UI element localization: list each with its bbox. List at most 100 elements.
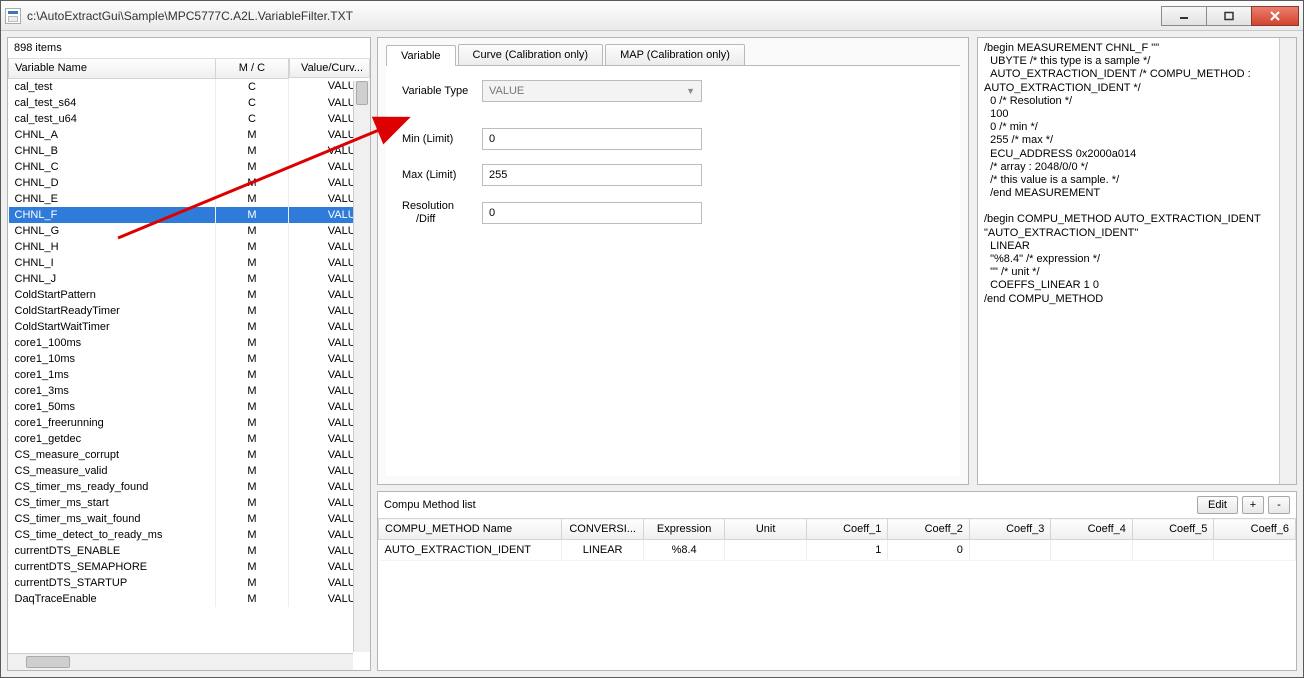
cm-col-c6[interactable]: Coeff_6 <box>1214 519 1296 540</box>
a2l-vertical-scrollbar[interactable] <box>1279 38 1296 484</box>
table-row[interactable]: ColdStartWaitTimerMVALUE <box>9 319 371 335</box>
maximize-icon <box>1223 11 1235 21</box>
table-row[interactable]: CHNL_BMVALUE <box>9 143 371 159</box>
compu-grid-wrap[interactable]: COMPU_METHOD Name CONVERSI... Expression… <box>378 518 1296 670</box>
cell-name: CHNL_F <box>9 207 216 223</box>
table-row[interactable]: CHNL_IMVALUE <box>9 255 371 271</box>
compu-method-panel: Compu Method list Edit + - <box>377 491 1297 671</box>
table-row[interactable]: CS_timer_ms_startMVALUE <box>9 495 371 511</box>
cell-mc: M <box>215 399 288 415</box>
table-row[interactable]: currentDTS_STARTUPMVALUE <box>9 575 371 591</box>
col-mc[interactable]: M / C <box>215 59 288 78</box>
a2l-text-panel: /begin MEASUREMENT CHNL_F "" UBYTE /* th… <box>977 37 1297 485</box>
table-row[interactable]: CHNL_JMVALUE <box>9 271 371 287</box>
cm-col-conv[interactable]: CONVERSI... <box>562 519 644 540</box>
chevron-down-icon: ▼ <box>686 86 695 96</box>
tab-map[interactable]: MAP (Calibration only) <box>605 44 745 65</box>
table-row[interactable]: CHNL_AMVALUE <box>9 127 371 143</box>
table-row[interactable]: AUTO_EXTRACTION_IDENTLINEAR%8.410 <box>379 540 1296 561</box>
compu-method-title: Compu Method list <box>384 499 476 511</box>
item-count: 898 items <box>8 38 370 59</box>
table-row[interactable]: currentDTS_ENABLEMVALUE <box>9 543 371 559</box>
variable-vertical-scrollbar[interactable] <box>353 81 370 652</box>
cell-mc: M <box>215 479 288 495</box>
maximize-button[interactable] <box>1206 6 1252 26</box>
cm-col-c2[interactable]: Coeff_2 <box>888 519 970 540</box>
cell-mc: M <box>215 511 288 527</box>
resolution-label: Resolution /Diff <box>402 200 482 226</box>
title-bar: c:\AutoExtractGui\Sample\MPC5777C.A2L.Va… <box>1 1 1303 31</box>
table-row[interactable]: cal_test_u64CVALUE <box>9 111 371 127</box>
table-row[interactable]: CHNL_EMVALUE <box>9 191 371 207</box>
cm-col-name[interactable]: COMPU_METHOD Name <box>379 519 562 540</box>
table-row[interactable]: CS_timer_ms_wait_foundMVALUE <box>9 511 371 527</box>
variable-grid-scroll[interactable]: Variable Name M / C Value/Curv... cal_te… <box>8 59 370 670</box>
variable-type-combo[interactable]: VALUE ▼ <box>482 80 702 102</box>
cm-c5 <box>1132 540 1214 561</box>
minimize-button[interactable] <box>1161 6 1207 26</box>
app-window: c:\AutoExtractGui\Sample\MPC5777C.A2L.Va… <box>0 0 1304 678</box>
resolution-input[interactable] <box>482 202 702 224</box>
cm-col-expr[interactable]: Expression <box>643 519 725 540</box>
min-limit-input[interactable] <box>482 128 702 150</box>
table-row[interactable]: core1_50msMVALUE <box>9 399 371 415</box>
table-row[interactable]: CHNL_FMVALUE <box>9 207 371 223</box>
table-row[interactable]: CHNL_CMVALUE <box>9 159 371 175</box>
cell-mc: M <box>215 415 288 431</box>
table-row[interactable]: core1_getdecMVALUE <box>9 431 371 447</box>
cell-name: cal_test_u64 <box>9 111 216 127</box>
cell-mc: M <box>215 575 288 591</box>
window-buttons <box>1162 6 1299 26</box>
cm-col-c4[interactable]: Coeff_4 <box>1051 519 1133 540</box>
variable-type-label: Variable Type <box>402 85 482 97</box>
cell-name: CHNL_A <box>9 127 216 143</box>
table-row[interactable]: cal_testCVALUE <box>9 78 371 95</box>
variable-grid-wrap: Variable Name M / C Value/Curv... cal_te… <box>8 59 370 670</box>
cm-c3 <box>969 540 1051 561</box>
table-row[interactable]: core1_3msMVALUE <box>9 383 371 399</box>
cell-name: currentDTS_SEMAPHORE <box>9 559 216 575</box>
table-row[interactable]: currentDTS_SEMAPHOREMVALUE <box>9 559 371 575</box>
table-row[interactable]: CS_time_detect_to_ready_msMVALUE <box>9 527 371 543</box>
remove-button[interactable]: - <box>1268 496 1290 514</box>
cm-conv: LINEAR <box>562 540 644 561</box>
cm-col-unit[interactable]: Unit <box>725 519 807 540</box>
table-row[interactable]: DaqTraceEnableMVALUE <box>9 591 371 607</box>
table-row[interactable]: cal_test_s64CVALUE <box>9 95 371 111</box>
cm-col-c3[interactable]: Coeff_3 <box>969 519 1051 540</box>
table-row[interactable]: core1_10msMVALUE <box>9 351 371 367</box>
cm-col-c1[interactable]: Coeff_1 <box>806 519 888 540</box>
table-row[interactable]: core1_freerunningMVALUE <box>9 415 371 431</box>
max-limit-input[interactable] <box>482 164 702 186</box>
a2l-text[interactable]: /begin MEASUREMENT CHNL_F "" UBYTE /* th… <box>978 38 1279 484</box>
tab-variable[interactable]: Variable <box>386 45 456 66</box>
table-row[interactable]: CS_measure_corruptMVALUE <box>9 447 371 463</box>
table-row[interactable]: CHNL_DMVALUE <box>9 175 371 191</box>
table-row[interactable]: CS_timer_ms_ready_foundMVALUE <box>9 479 371 495</box>
close-button[interactable] <box>1251 6 1299 26</box>
cell-mc: M <box>215 591 288 607</box>
table-row[interactable]: CHNL_HMVALUE <box>9 239 371 255</box>
cell-mc: M <box>215 335 288 351</box>
variable-horizontal-scrollbar[interactable] <box>8 653 353 670</box>
table-row[interactable]: core1_1msMVALUE <box>9 367 371 383</box>
table-row[interactable]: CHNL_GMVALUE <box>9 223 371 239</box>
col-variable-name[interactable]: Variable Name <box>9 59 216 78</box>
cell-name: CS_measure_corrupt <box>9 447 216 463</box>
table-row[interactable]: core1_100msMVALUE <box>9 335 371 351</box>
compu-grid: COMPU_METHOD Name CONVERSI... Expression… <box>378 518 1296 561</box>
table-row[interactable]: ColdStartPatternMVALUE <box>9 287 371 303</box>
col-value[interactable]: Value/Curv... <box>289 59 370 78</box>
tab-curve[interactable]: Curve (Calibration only) <box>458 44 604 65</box>
table-row[interactable]: CS_measure_validMVALUE <box>9 463 371 479</box>
cell-name: currentDTS_ENABLE <box>9 543 216 559</box>
cm-col-c5[interactable]: Coeff_5 <box>1132 519 1214 540</box>
minimize-icon <box>1178 11 1190 21</box>
add-button[interactable]: + <box>1242 496 1264 514</box>
cell-name: ColdStartReadyTimer <box>9 303 216 319</box>
table-row[interactable]: ColdStartReadyTimerMVALUE <box>9 303 371 319</box>
edit-button[interactable]: Edit <box>1197 496 1238 514</box>
cell-mc: M <box>215 431 288 447</box>
app-icon <box>5 8 21 24</box>
cell-mc: C <box>215 95 288 111</box>
